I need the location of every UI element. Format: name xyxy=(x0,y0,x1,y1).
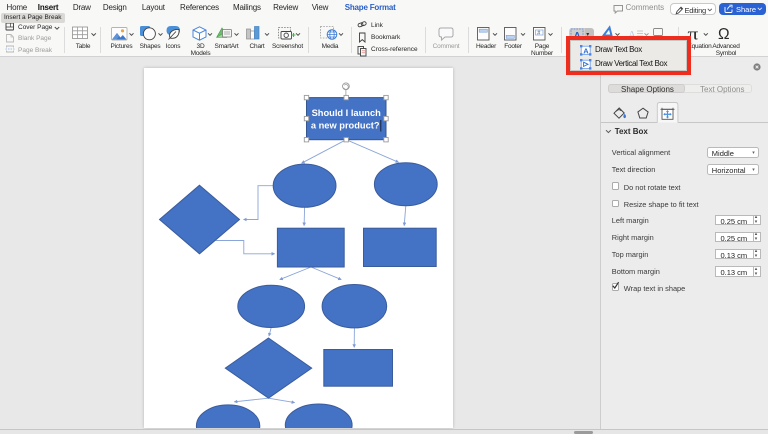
svg-text:Should I launch: Should I launch xyxy=(312,108,382,118)
svg-text:a new product?: a new product? xyxy=(311,120,380,130)
svg-text:Ω: Ω xyxy=(718,26,730,43)
